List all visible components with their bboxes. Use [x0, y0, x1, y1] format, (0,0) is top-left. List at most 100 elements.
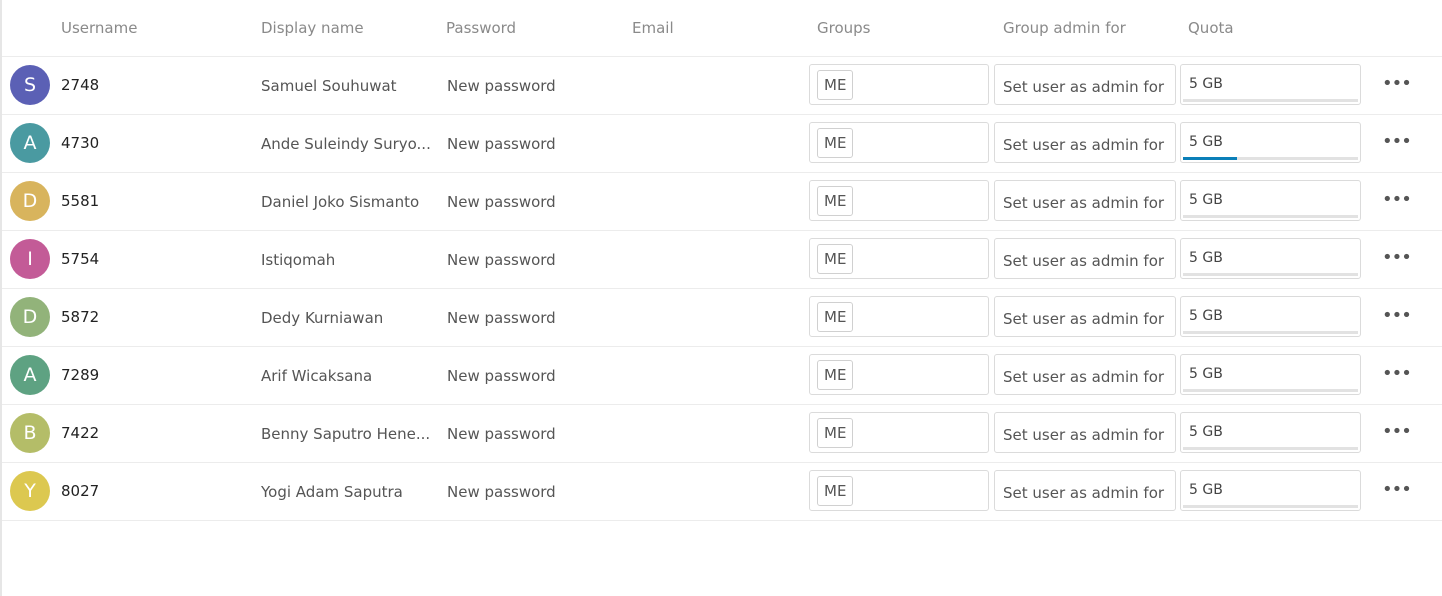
quota-usage-bar [1183, 215, 1358, 218]
quota-usage-bar [1183, 331, 1358, 334]
password-field[interactable]: New password [447, 483, 556, 501]
group-tag: ME [817, 476, 854, 506]
quota-usage-bar [1183, 447, 1358, 450]
column-header-username[interactable]: Username [61, 19, 137, 37]
quota-select[interactable]: 5 GB [1180, 122, 1361, 163]
username-cell: 7422 [61, 424, 100, 442]
more-horizontal-icon[interactable]: ••• [1382, 363, 1412, 385]
group-admin-select[interactable]: Set user as admin for [994, 296, 1176, 337]
group-admin-select[interactable]: Set user as admin for [994, 122, 1176, 163]
more-horizontal-icon[interactable]: ••• [1382, 421, 1412, 443]
quota-value: 5 GB [1189, 424, 1223, 440]
quota-value: 5 GB [1189, 76, 1223, 92]
table-row: A 4730 Ande Suleindy Suryo... New passwo… [2, 115, 1442, 173]
quota-select[interactable]: 5 GB [1180, 180, 1361, 221]
password-field[interactable]: New password [447, 193, 556, 211]
more-horizontal-icon[interactable]: ••• [1382, 73, 1412, 95]
quota-value: 5 GB [1189, 250, 1223, 266]
group-admin-select[interactable]: Set user as admin for [994, 180, 1176, 221]
table-row: A 7289 Arif Wicaksana New password ME Se… [2, 347, 1442, 405]
table-row: B 7422 Benny Saputro Hene... New passwor… [2, 405, 1442, 463]
display-name-field[interactable]: Yogi Adam Saputra [261, 483, 431, 501]
table-header: Username Display name Password Email Gro… [2, 0, 1442, 57]
quota-value: 5 GB [1189, 482, 1223, 498]
quota-usage-bar [1183, 157, 1358, 160]
avatar[interactable]: A [10, 355, 50, 395]
column-header-email: Email [632, 19, 674, 37]
username-cell: 7289 [61, 366, 100, 384]
avatar[interactable]: I [10, 239, 50, 279]
group-tag: ME [817, 186, 854, 216]
groups-select[interactable]: ME [809, 354, 989, 395]
table-row: S 2748 Samuel Souhuwat New password ME S… [2, 57, 1442, 115]
password-field[interactable]: New password [447, 251, 556, 269]
quota-usage-bar [1183, 389, 1358, 392]
quota-select[interactable]: 5 GB [1180, 238, 1361, 279]
avatar[interactable]: D [10, 181, 50, 221]
user-list: S 2748 Samuel Souhuwat New password ME S… [2, 57, 1442, 521]
display-name-field[interactable]: Samuel Souhuwat [261, 77, 431, 95]
username-cell: 4730 [61, 134, 100, 152]
password-field[interactable]: New password [447, 77, 556, 95]
groups-select[interactable]: ME [809, 412, 989, 453]
groups-select[interactable]: ME [809, 122, 989, 163]
username-cell: 2748 [61, 76, 100, 94]
table-row: I 5754 Istiqomah New password ME Set use… [2, 231, 1442, 289]
display-name-field[interactable]: Benny Saputro Hene... [261, 425, 431, 443]
quota-value: 5 GB [1189, 308, 1223, 324]
groups-select[interactable]: ME [809, 296, 989, 337]
group-tag: ME [817, 418, 854, 448]
username-cell: 5872 [61, 308, 100, 326]
group-admin-select[interactable]: Set user as admin for [994, 354, 1176, 395]
column-header-groups: Groups [817, 19, 871, 37]
groups-select[interactable]: ME [809, 180, 989, 221]
group-tag: ME [817, 360, 854, 390]
table-row: D 5872 Dedy Kurniawan New password ME Se… [2, 289, 1442, 347]
more-horizontal-icon[interactable]: ••• [1382, 247, 1412, 269]
password-field[interactable]: New password [447, 367, 556, 385]
groups-select[interactable]: ME [809, 238, 989, 279]
more-horizontal-icon[interactable]: ••• [1382, 189, 1412, 211]
avatar[interactable]: Y [10, 471, 50, 511]
column-header-display-name[interactable]: Display name [261, 19, 364, 37]
group-tag: ME [817, 70, 854, 100]
quota-usage-fill [1183, 157, 1238, 160]
quota-value: 5 GB [1189, 134, 1223, 150]
display-name-field[interactable]: Dedy Kurniawan [261, 309, 431, 327]
table-row: Y 8027 Yogi Adam Saputra New password ME… [2, 463, 1442, 521]
display-name-field[interactable]: Arif Wicaksana [261, 367, 431, 385]
quota-value: 5 GB [1189, 192, 1223, 208]
password-field[interactable]: New password [447, 135, 556, 153]
quota-select[interactable]: 5 GB [1180, 470, 1361, 511]
display-name-field[interactable]: Daniel Joko Sismanto [261, 193, 431, 211]
group-admin-select[interactable]: Set user as admin for [994, 64, 1176, 105]
display-name-field[interactable]: Ande Suleindy Suryo... [261, 135, 431, 153]
password-field[interactable]: New password [447, 309, 556, 327]
group-tag: ME [817, 128, 854, 158]
quota-select[interactable]: 5 GB [1180, 354, 1361, 395]
groups-select[interactable]: ME [809, 470, 989, 511]
more-horizontal-icon[interactable]: ••• [1382, 305, 1412, 327]
avatar[interactable]: B [10, 413, 50, 453]
group-tag: ME [817, 302, 854, 332]
username-cell: 5581 [61, 192, 100, 210]
quota-usage-bar [1183, 273, 1358, 276]
password-field[interactable]: New password [447, 425, 556, 443]
quota-select[interactable]: 5 GB [1180, 64, 1361, 105]
group-admin-select[interactable]: Set user as admin for [994, 238, 1176, 279]
username-cell: 8027 [61, 482, 100, 500]
quota-usage-bar [1183, 505, 1358, 508]
groups-select[interactable]: ME [809, 64, 989, 105]
more-horizontal-icon[interactable]: ••• [1382, 479, 1412, 501]
group-admin-select[interactable]: Set user as admin for [994, 412, 1176, 453]
column-header-quota: Quota [1188, 19, 1234, 37]
group-admin-select[interactable]: Set user as admin for [994, 470, 1176, 511]
more-horizontal-icon[interactable]: ••• [1382, 131, 1412, 153]
quota-select[interactable]: 5 GB [1180, 296, 1361, 337]
quota-select[interactable]: 5 GB [1180, 412, 1361, 453]
avatar[interactable]: S [10, 65, 50, 105]
table-row: D 5581 Daniel Joko Sismanto New password… [2, 173, 1442, 231]
avatar[interactable]: A [10, 123, 50, 163]
avatar[interactable]: D [10, 297, 50, 337]
display-name-field[interactable]: Istiqomah [261, 251, 431, 269]
